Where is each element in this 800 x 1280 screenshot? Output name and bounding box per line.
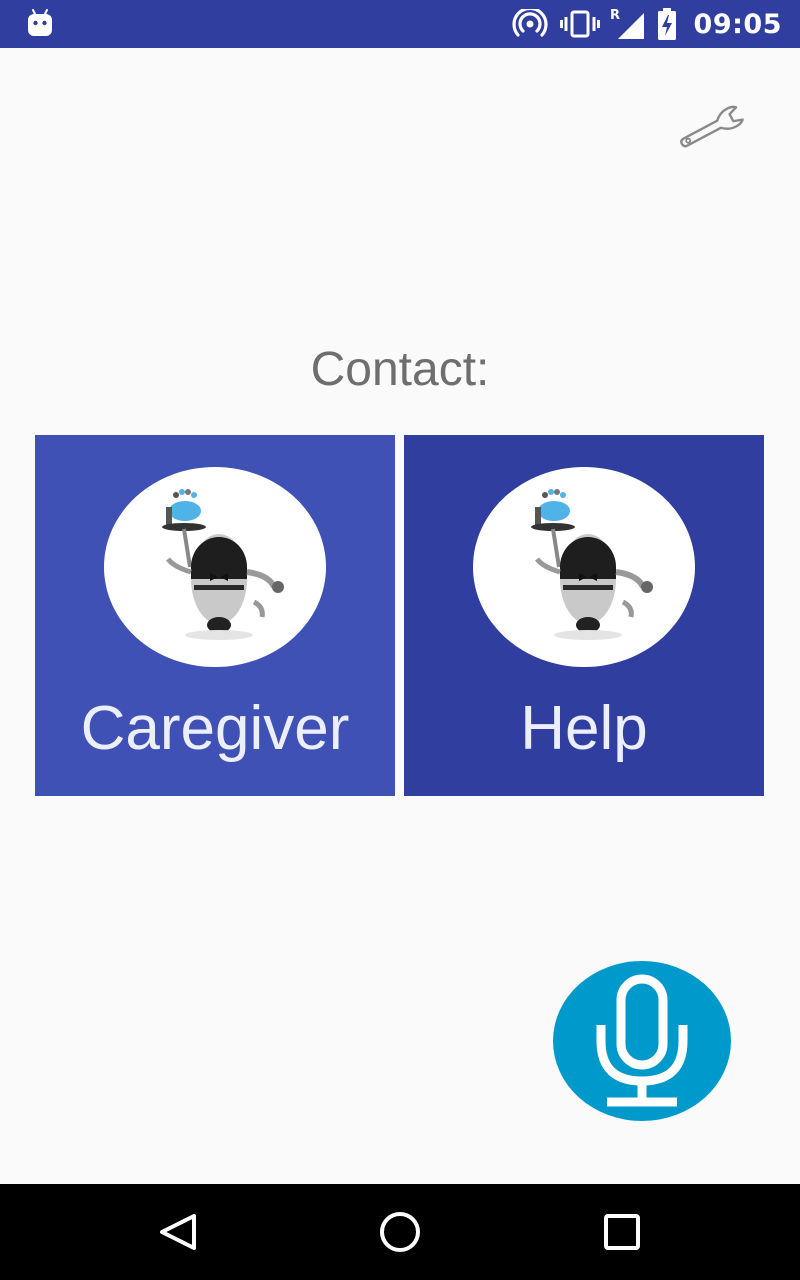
robot-butler-image	[104, 467, 326, 667]
voice-command-button[interactable]	[553, 961, 731, 1121]
wrench-icon	[680, 105, 744, 148]
vibrate-icon	[559, 10, 600, 38]
help-label: Help	[520, 694, 648, 763]
recents-icon[interactable]	[592, 1202, 652, 1262]
signal-roaming-icon: R	[610, 8, 644, 39]
hotspot-icon	[511, 9, 548, 37]
robot-butler-image	[473, 467, 695, 667]
caregiver-contact-button[interactable]: Caregiver	[35, 435, 395, 796]
android-debug-icon	[28, 9, 52, 36]
home-icon[interactable]	[370, 1202, 430, 1262]
microphone-icon	[596, 974, 688, 1107]
svg-text:R: R	[610, 8, 620, 23]
contact-heading: Contact:	[310, 343, 490, 396]
caregiver-label: Caregiver	[80, 694, 350, 763]
status-clock: 09:05	[693, 8, 782, 40]
settings-button[interactable]	[676, 100, 748, 156]
status-icons: R 09:05	[511, 0, 782, 48]
help-contact-button[interactable]: Help	[404, 435, 764, 796]
battery-charging-icon	[657, 8, 676, 40]
status-bar: R 09:05	[0, 0, 800, 48]
navigation-bar	[0, 1184, 800, 1280]
back-icon[interactable]	[148, 1202, 208, 1262]
